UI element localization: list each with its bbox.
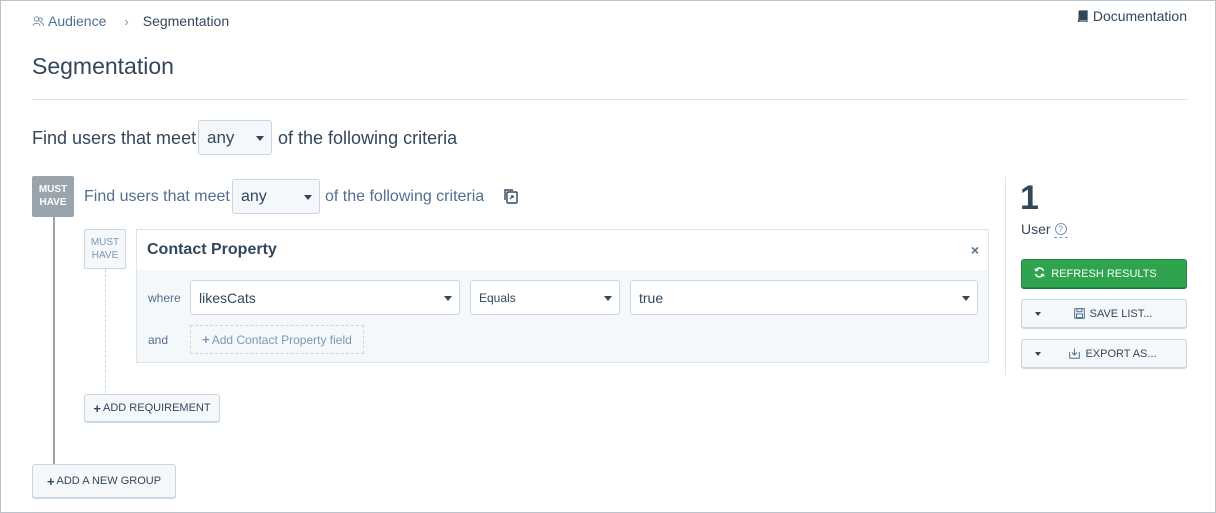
add-requirement-button[interactable]: + ADD REQUIREMENT	[84, 394, 220, 422]
badge-line-2: HAVE	[39, 197, 67, 208]
group-connector-line	[53, 217, 55, 465]
requirement-must-have-badge: MUST HAVE	[84, 229, 126, 269]
add-field-label: Add Contact Property field	[211, 332, 352, 347]
criteria-prefix: Find users that meet	[32, 128, 197, 148]
criteria-suffix: of the following criteria	[278, 128, 458, 148]
plus-icon: +	[93, 400, 102, 416]
criteria-mode-select[interactable]: any	[198, 120, 272, 155]
caret-down-icon	[304, 194, 312, 200]
plus-icon: +	[46, 473, 55, 489]
result-unit-label: User	[1021, 221, 1051, 237]
group-mode-select[interactable]: any	[232, 179, 320, 214]
documentation-link[interactable]: Documentation	[1077, 8, 1187, 24]
value-select[interactable]: true	[630, 280, 978, 315]
caret-down-icon	[1035, 352, 1041, 356]
chevron-right-icon: ›	[124, 13, 129, 29]
contact-property-card: Contact Property × where likesCats Equal…	[136, 229, 989, 363]
requirement-connector-line	[105, 269, 106, 393]
refresh-results-button[interactable]: REFRESH RESULTS	[1021, 259, 1187, 288]
plus-icon: +	[202, 332, 210, 347]
operator-value: Equals	[479, 290, 516, 305]
documentation-label: Documentation	[1092, 8, 1187, 24]
operator-select[interactable]: Equals	[470, 280, 620, 315]
add-contact-property-field-button[interactable]: + Add Contact Property field	[190, 325, 364, 354]
copy-group-icon[interactable]	[502, 188, 519, 205]
page-title: Segmentation	[32, 53, 174, 79]
save-list-button[interactable]: SAVE LIST...	[1021, 299, 1187, 328]
add-requirement-label: ADD REQUIREMENT	[103, 402, 211, 414]
add-new-group-button[interactable]: + ADD A NEW GROUP	[32, 464, 176, 498]
breadcrumb-current: Segmentation	[142, 13, 230, 29]
value-value: true	[639, 289, 664, 306]
help-icon[interactable]: ?	[1054, 223, 1067, 235]
export-as-button[interactable]: EXPORT AS...	[1021, 339, 1187, 368]
save-icon	[1073, 308, 1085, 319]
add-group-label: ADD A NEW GROUP	[56, 475, 162, 487]
breadcrumb-audience-link[interactable]: Audience	[48, 13, 106, 29]
group-criteria-prefix: Find users that meet	[84, 188, 230, 205]
result-unit: User ?	[1021, 221, 1067, 237]
export-as-label: EXPORT AS...	[1085, 347, 1157, 360]
property-value: likesCats	[199, 289, 256, 306]
card-header: Contact Property ×	[137, 230, 988, 270]
help-underline	[1054, 237, 1068, 238]
badge-line-2: HAVE	[91, 250, 119, 261]
refresh-icon	[1034, 267, 1045, 278]
close-icon[interactable]: ×	[971, 242, 979, 258]
property-select[interactable]: likesCats	[190, 280, 460, 315]
save-list-label: SAVE LIST...	[1089, 307, 1153, 320]
card-title: Contact Property	[147, 241, 277, 258]
breadcrumb: Audience › Segmentation	[32, 13, 229, 29]
group-must-have-badge: MUST HAVE	[32, 176, 74, 217]
caret-down-icon	[962, 295, 970, 301]
refresh-results-label: REFRESH RESULTS	[1051, 267, 1157, 280]
badge-line-1: MUST	[90, 237, 120, 248]
result-count: 1	[1020, 179, 1039, 217]
header-divider	[32, 99, 1187, 100]
where-label: where	[148, 291, 181, 305]
group-criteria-suffix: of the following criteria	[325, 188, 485, 205]
results-divider	[1005, 177, 1006, 375]
and-label: and	[148, 333, 169, 347]
group-mode-value: any	[241, 187, 267, 205]
caret-down-icon	[444, 295, 452, 301]
export-icon	[1069, 348, 1081, 359]
badge-line-1: MUST	[38, 184, 68, 195]
card-body: where likesCats Equals true and + Add Co…	[137, 270, 988, 362]
caret-down-icon	[1035, 312, 1041, 316]
audience-icon	[32, 16, 44, 27]
book-icon	[1077, 10, 1088, 22]
caret-down-icon	[256, 135, 264, 141]
caret-down-icon	[604, 295, 612, 301]
criteria-mode-value: any	[207, 127, 235, 147]
